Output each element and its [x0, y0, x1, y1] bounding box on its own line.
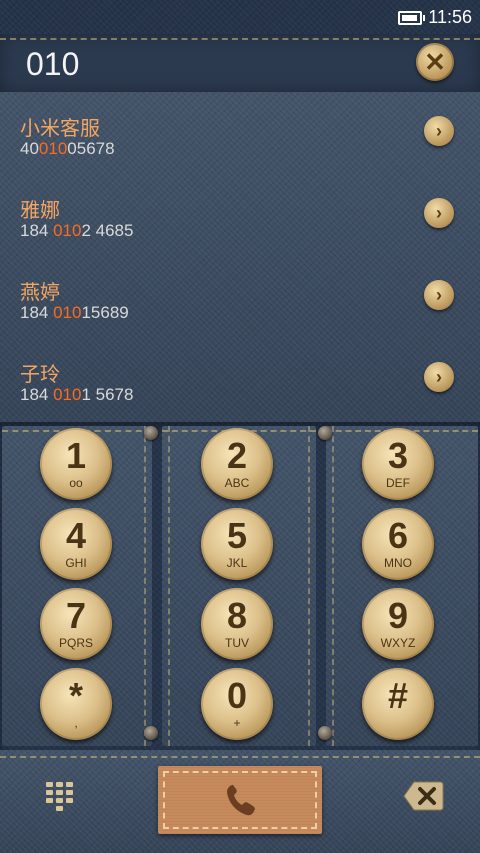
close-icon: ✕: [424, 47, 446, 77]
key-5[interactable]: 5 JKL: [201, 508, 273, 580]
contact-number: 184 0101 5678: [20, 385, 134, 404]
stitch-divider: [0, 38, 480, 40]
match-highlight: 010: [53, 303, 82, 322]
contact-item[interactable]: 燕婷 184 01015689 ›: [0, 256, 480, 338]
clear-button[interactable]: ✕: [416, 43, 454, 81]
backspace-icon: [403, 781, 444, 811]
contact-detail-button[interactable]: ›: [424, 198, 454, 228]
match-highlight: 010: [38, 139, 68, 158]
dialpad-icon: [46, 782, 73, 811]
key-6[interactable]: 6 MNO: [362, 508, 434, 580]
dialpad: 1 ᴏᴏ 2 ABC 3 DEF 4 GHI 5 JKL 6 MNO 7 PQRS 8 TUV …: [0, 422, 480, 750]
key-9[interactable]: 9 WXYZ: [362, 588, 434, 660]
key-8[interactable]: 8 TUV: [201, 588, 273, 660]
key-star[interactable]: *,: [40, 668, 112, 740]
call-button[interactable]: [158, 766, 322, 834]
bottom-action-bar: [0, 750, 480, 853]
contact-detail-button[interactable]: ›: [424, 362, 454, 392]
contact-number: 184 01015689: [20, 303, 129, 322]
contact-item[interactable]: 子玲 184 0101 5678 ›: [0, 338, 480, 420]
chevron-right-icon: ›: [436, 367, 442, 387]
contact-list: 小米客服 4001005678 › 雅娜 184 0102 4685 › 燕婷 …: [0, 92, 480, 422]
contact-name: 雅娜: [20, 198, 60, 222]
contact-name: 燕婷: [20, 280, 60, 304]
voicemail-icon: ᴏᴏ: [69, 476, 83, 490]
match-highlight: 010: [53, 385, 82, 404]
contact-number: 184 0102 4685: [20, 221, 134, 240]
rivet: [144, 426, 158, 440]
contact-item[interactable]: 雅娜 184 0102 4685 ›: [0, 174, 480, 256]
key-7[interactable]: 7 PQRS: [40, 588, 112, 660]
backspace-button[interactable]: [402, 778, 444, 814]
chevron-right-icon: ›: [436, 285, 442, 305]
status-bar: 11:56: [0, 0, 480, 34]
contact-number: 4001005678: [20, 139, 115, 158]
dialpad-toggle-button[interactable]: [42, 778, 78, 818]
key-1[interactable]: 1 ᴏᴏ: [40, 428, 112, 500]
key-4[interactable]: 4 GHI: [40, 508, 112, 580]
phone-icon: [227, 784, 255, 816]
contact-name: 子玲: [20, 362, 60, 386]
rivet: [318, 726, 332, 740]
rivet: [318, 426, 332, 440]
key-3[interactable]: 3 DEF: [362, 428, 434, 500]
status-time: 11:56: [428, 7, 472, 27]
dialed-number: 010: [26, 46, 80, 82]
contact-name: 小米客服: [20, 116, 100, 140]
contact-detail-button[interactable]: ›: [424, 116, 454, 146]
chevron-right-icon: ›: [436, 203, 442, 223]
rivet: [144, 726, 158, 740]
key-0[interactable]: 0 +: [201, 668, 273, 740]
key-hash[interactable]: #: [362, 668, 434, 740]
number-display[interactable]: 010 ✕: [0, 34, 480, 94]
contact-detail-button[interactable]: ›: [424, 280, 454, 310]
contact-item[interactable]: 小米客服 4001005678 ›: [0, 92, 480, 174]
key-2[interactable]: 2 ABC: [201, 428, 273, 500]
chevron-right-icon: ›: [436, 121, 442, 141]
match-highlight: 010: [53, 221, 82, 240]
battery-icon: [398, 11, 425, 25]
